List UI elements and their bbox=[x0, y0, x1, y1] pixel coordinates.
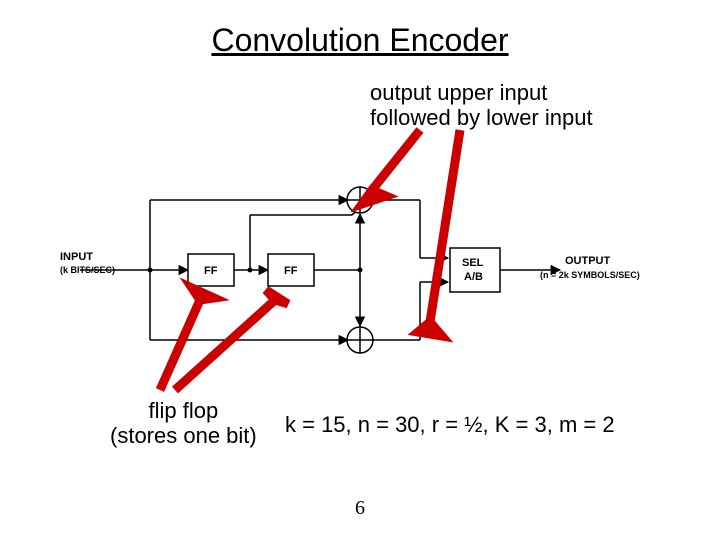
encoder-diagram: INPUT (k BITS/SEC) FF FF bbox=[60, 160, 650, 380]
diagram-output-label: OUTPUT bbox=[565, 255, 611, 267]
diagram-input-label: INPUT bbox=[60, 251, 93, 263]
callout-arrow-upper-right bbox=[418, 130, 460, 336]
callout-arrow-upper-left bbox=[362, 130, 420, 204]
sel-label-1: SEL bbox=[462, 257, 484, 269]
annotation-lower: flip flop (stores one bit) bbox=[110, 398, 257, 449]
annotation-upper-line2: followed by lower input bbox=[370, 105, 593, 130]
diagram-output-rate: (n = 2k SYMBOLS/SEC) bbox=[540, 270, 640, 280]
sel-label-2: A/B bbox=[464, 271, 483, 283]
diagram-input-rate: (k BITS/SEC) bbox=[60, 265, 115, 275]
sel-box bbox=[450, 248, 500, 292]
ff2-label: FF bbox=[284, 265, 298, 277]
parameters-text: k = 15, n = 30, r = ½, K = 3, m = 2 bbox=[285, 412, 615, 438]
annotation-lower-line2: (stores one bit) bbox=[110, 423, 257, 448]
ff1-label: FF bbox=[204, 265, 218, 277]
annotation-upper-line1: output upper input bbox=[370, 80, 593, 105]
page-number: 6 bbox=[0, 497, 720, 520]
annotation-upper: output upper input followed by lower inp… bbox=[370, 80, 593, 131]
page-title: Convolution Encoder bbox=[0, 22, 720, 59]
annotation-lower-line1: flip flop bbox=[110, 398, 257, 423]
